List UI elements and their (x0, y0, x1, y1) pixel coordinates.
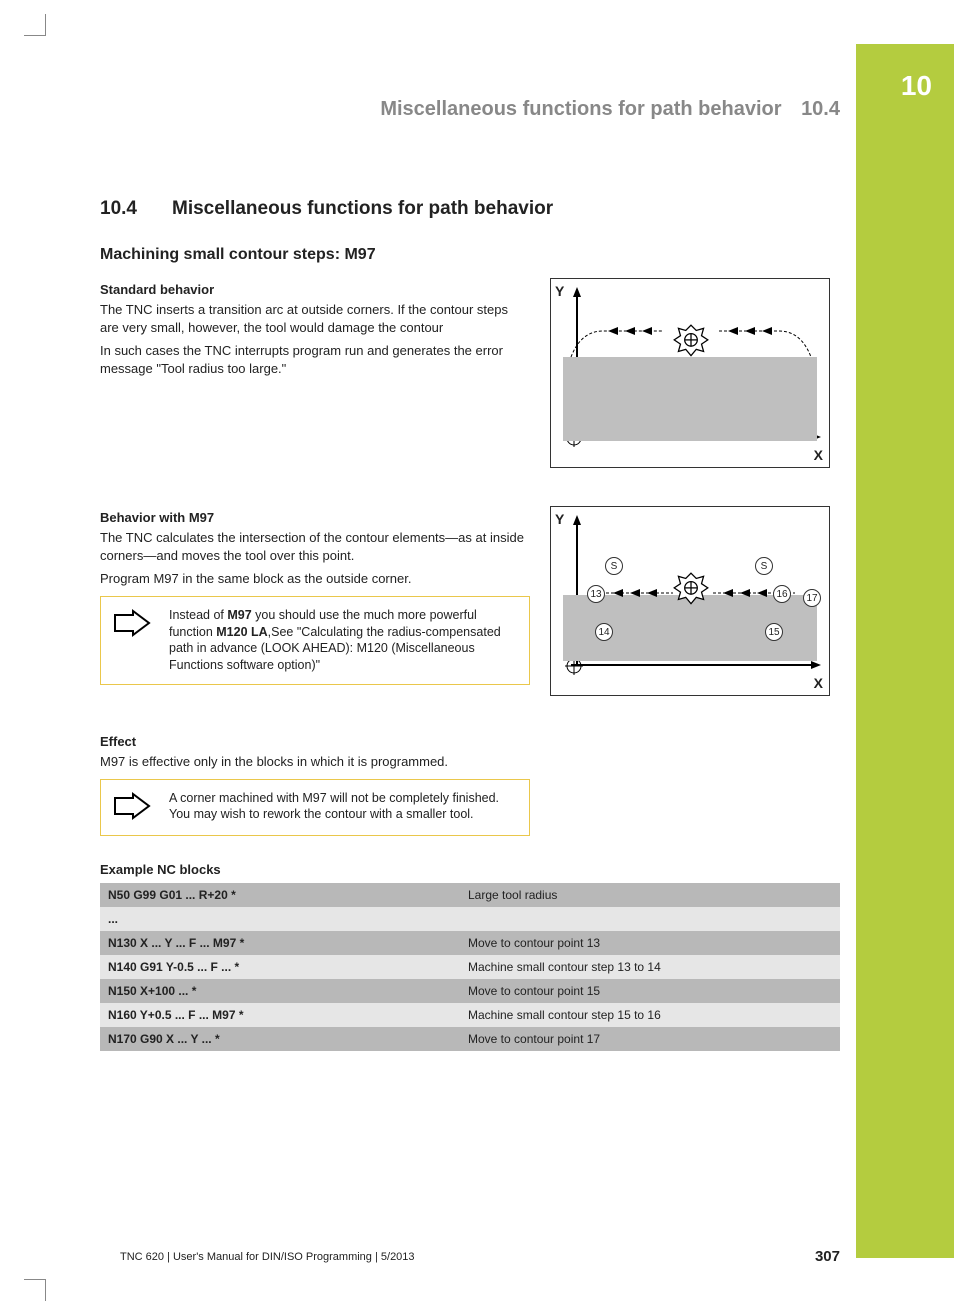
page-footer: TNC 620 | User's Manual for DIN/ISO Prog… (120, 1248, 840, 1265)
table-row: N150 X+100 ... *Move to contour point 15 (100, 979, 840, 1003)
footer-text: TNC 620 | User's Manual for DIN/ISO Prog… (120, 1251, 415, 1263)
table-row: N140 G91 Y-0.5 ... F ... *Machine small … (100, 955, 840, 979)
tip-box-corner: A corner machined with M97 will not be c… (100, 779, 530, 836)
para-m97-b: Program M97 in the same block as the out… (100, 570, 530, 588)
table-row: ... (100, 907, 840, 931)
label-s2: S (755, 557, 773, 575)
cutter-icon (670, 569, 712, 611)
tip-box-m120: Instead of M97 you should use the much m… (100, 596, 530, 686)
chapter-tab: 10 (856, 44, 954, 1258)
table-row: N50 G99 G01 ... R+20 *Large tool radius (100, 883, 840, 907)
axis-x-label: X (814, 447, 823, 463)
heading-example-nc: Example NC blocks (100, 862, 840, 877)
label-14: 14 (595, 623, 613, 641)
section-number: 10.4 (100, 198, 148, 220)
running-header: Miscellaneous functions for path behavio… (100, 98, 840, 121)
axis-y-label: Y (555, 511, 564, 527)
tip-text-1: Instead of M97 you should use the much m… (169, 607, 517, 675)
label-13: 13 (587, 585, 605, 603)
label-17: 17 (803, 589, 821, 607)
diagram-standard: Y X (550, 278, 830, 468)
crop-mark-bl (24, 1279, 46, 1301)
axis-y-label: Y (555, 283, 564, 299)
para-std-2: In such cases the TNC interrupts program… (100, 342, 530, 377)
page-number: 307 (815, 1248, 840, 1265)
heading-standard-behavior: Standard behavior (100, 282, 530, 297)
tip-text-2: A corner machined with M97 will not be c… (169, 790, 517, 824)
chapter-number: 10 (901, 70, 932, 102)
label-15: 15 (765, 623, 783, 641)
cutter-icon (670, 321, 712, 363)
para-std-1: The TNC inserts a transition arc at outs… (100, 301, 530, 336)
heading-effect: Effect (100, 734, 840, 749)
table-row: N130 X ... Y ... F ... M97 *Move to cont… (100, 931, 840, 955)
para-m97-a: The TNC calculates the intersection of t… (100, 529, 530, 564)
label-s1: S (605, 557, 623, 575)
subsection-m97: Machining small contour steps: M97 (100, 246, 840, 264)
tip-arrow-icon (113, 790, 153, 825)
diagram-m97: Y X (550, 506, 830, 696)
section-heading: 10.4 Miscellaneous functions for path be… (100, 198, 840, 220)
running-header-section: 10.4 (801, 98, 840, 120)
table-row: N160 Y+0.5 ... F ... M97 *Machine small … (100, 1003, 840, 1027)
para-effect: M97 is effective only in the blocks in w… (100, 753, 530, 771)
nc-blocks-table: N50 G99 G01 ... R+20 *Large tool radius … (100, 883, 840, 1051)
heading-behavior-m97: Behavior with M97 (100, 510, 530, 525)
tip-arrow-icon (113, 607, 153, 642)
label-16: 16 (773, 585, 791, 603)
table-row: N170 G90 X ... Y ... *Move to contour po… (100, 1027, 840, 1051)
crop-mark-tl (24, 14, 46, 36)
axis-x-label: X (814, 675, 823, 691)
running-header-title: Miscellaneous functions for path behavio… (380, 98, 781, 120)
section-title: Miscellaneous functions for path behavio… (172, 198, 553, 220)
